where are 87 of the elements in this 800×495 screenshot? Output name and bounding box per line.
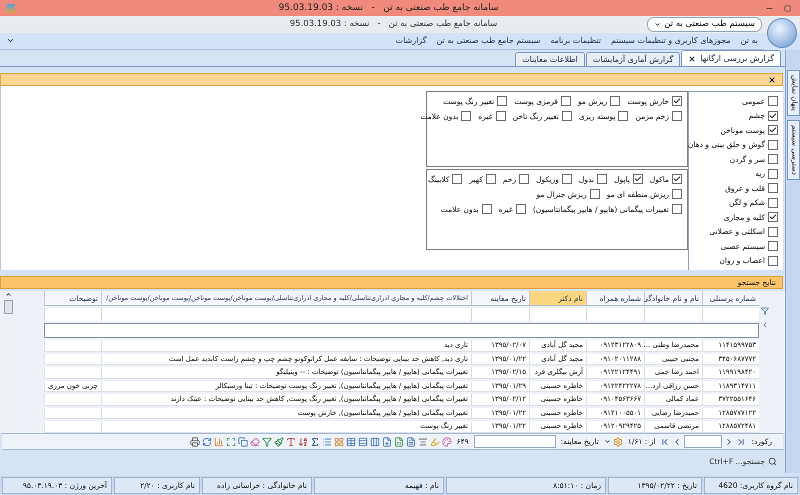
menu-item[interactable]: تنظیمات برنامه bbox=[550, 36, 601, 46]
expand-icon[interactable] bbox=[226, 436, 236, 446]
checkbox[interactable] bbox=[618, 111, 628, 122]
menu-item[interactable]: به تن bbox=[740, 36, 758, 46]
checkbox[interactable] bbox=[672, 204, 682, 214]
checkbox[interactable] bbox=[632, 174, 643, 184]
table-cell bbox=[44, 408, 101, 420]
caret-icon[interactable] bbox=[604, 438, 611, 445]
checkbox[interactable] bbox=[561, 96, 572, 106]
eraser-icon[interactable] bbox=[250, 436, 260, 446]
checkbox[interactable] bbox=[497, 96, 508, 106]
menu-item[interactable]: گزارشات bbox=[396, 36, 427, 46]
caret-icon bbox=[654, 20, 662, 28]
checkbox[interactable] bbox=[768, 256, 778, 266]
checkbox[interactable] bbox=[597, 174, 607, 184]
copy-icon[interactable] bbox=[238, 436, 248, 446]
checkbox[interactable] bbox=[768, 168, 778, 179]
restore-icon[interactable] bbox=[784, 4, 790, 12]
checkbox[interactable] bbox=[768, 198, 778, 208]
checkbox[interactable] bbox=[461, 111, 472, 122]
checkbox[interactable] bbox=[482, 204, 492, 214]
checkbox[interactable] bbox=[768, 140, 778, 150]
filter-icon[interactable] bbox=[262, 436, 272, 446]
checkbox[interactable] bbox=[768, 110, 778, 121]
checkbox[interactable] bbox=[590, 189, 600, 200]
checkbox[interactable] bbox=[768, 226, 778, 237]
menu-item[interactable]: مجوزهای کاربری و تنظیمات سیستم bbox=[611, 36, 731, 46]
record-field[interactable] bbox=[684, 435, 722, 448]
align-icon[interactable] bbox=[418, 436, 428, 446]
last-record-icon[interactable] bbox=[660, 436, 670, 446]
checkbox[interactable] bbox=[768, 183, 778, 194]
document-icon[interactable] bbox=[406, 436, 416, 446]
checkbox[interactable] bbox=[672, 111, 682, 122]
checkbox[interactable] bbox=[768, 154, 778, 164]
checkbox[interactable] bbox=[768, 241, 778, 252]
first-record-icon[interactable] bbox=[736, 436, 746, 446]
checkbox[interactable] bbox=[768, 212, 778, 222]
checkbox[interactable] bbox=[516, 204, 526, 214]
columns-icon[interactable] bbox=[370, 436, 380, 446]
rows-icon[interactable] bbox=[358, 436, 368, 446]
font-icon[interactable] bbox=[286, 436, 296, 446]
checkbox[interactable] bbox=[610, 96, 620, 106]
table-cell bbox=[44, 354, 101, 366]
chart-icon[interactable] bbox=[214, 436, 224, 446]
system-dropdown[interactable]: سیستم طب صنعتی به تن bbox=[647, 16, 762, 32]
printer-icon[interactable] bbox=[190, 436, 200, 446]
window-title: سامانه جامع طب صنعتی به تن - نسخه : 95.03.19.03 bbox=[278, 3, 500, 13]
export-icon[interactable] bbox=[382, 436, 392, 446]
scroll-up-icon[interactable] bbox=[5, 291, 12, 298]
checkbox[interactable] bbox=[452, 174, 462, 184]
date-field[interactable] bbox=[474, 435, 556, 448]
checkbox[interactable] bbox=[672, 189, 682, 200]
table-cell bbox=[44, 340, 101, 352]
checkbox[interactable] bbox=[672, 96, 682, 106]
app-icon bbox=[6, 4, 15, 12]
sort-icon[interactable] bbox=[298, 436, 308, 446]
scrollbar[interactable] bbox=[4, 291, 13, 433]
table-cell bbox=[44, 394, 101, 406]
menu-item[interactable]: سیستم جامع طب صنعتی به تن bbox=[436, 36, 540, 46]
app-orb-button[interactable] bbox=[767, 18, 797, 48]
checkbox[interactable] bbox=[562, 111, 572, 122]
checkbox[interactable] bbox=[496, 111, 506, 122]
checkbox[interactable] bbox=[519, 174, 530, 184]
search-icon bbox=[768, 457, 777, 466]
close-icon[interactable] bbox=[768, 76, 776, 84]
table-cell bbox=[44, 421, 101, 433]
refresh-icon[interactable] bbox=[202, 436, 212, 446]
checkbox[interactable] bbox=[768, 125, 778, 136]
checkbox[interactable] bbox=[562, 174, 572, 184]
group-by-field[interactable] bbox=[44, 323, 759, 338]
table-icon[interactable] bbox=[346, 436, 356, 446]
brush-icon[interactable] bbox=[274, 436, 284, 446]
spreadsheet-icon[interactable] bbox=[394, 436, 404, 446]
sigma-icon[interactable] bbox=[310, 436, 320, 446]
tab[interactable]: گزارش بررسی ارگانها bbox=[681, 50, 781, 66]
checkbox[interactable] bbox=[768, 96, 778, 106]
palette-icon[interactable] bbox=[442, 436, 452, 446]
table-cell bbox=[44, 367, 101, 379]
checkbox[interactable] bbox=[486, 174, 496, 184]
app-caption: سامانه جامع طب صنعتی به تن - نسخه : 95.03.19.03 bbox=[290, 19, 498, 30]
tab[interactable]: اطلاعات معاینات bbox=[515, 52, 585, 66]
close-icon[interactable] bbox=[688, 54, 696, 62]
grid-icon[interactable] bbox=[334, 436, 344, 446]
checkbox[interactable] bbox=[672, 174, 682, 184]
scroll-thumb[interactable] bbox=[4, 300, 13, 314]
filter-icon[interactable] bbox=[761, 307, 769, 316]
tab[interactable]: گزارش آماری آزمایشات bbox=[586, 52, 680, 66]
